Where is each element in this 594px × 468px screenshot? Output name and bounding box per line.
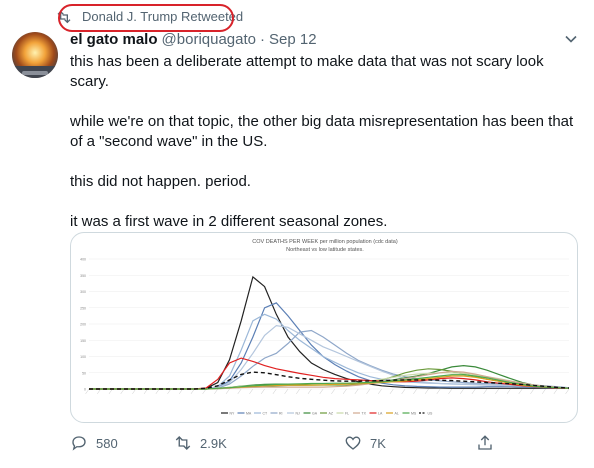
y-tick-label: 300 <box>80 290 86 294</box>
action-bar: 580 2.9K 7K <box>70 434 510 454</box>
x-tick-mark <box>167 388 172 395</box>
x-tick-mark <box>378 388 382 395</box>
display-name[interactable]: el gato malo <box>70 31 158 48</box>
x-tick-mark <box>366 388 371 395</box>
x-tick-mark <box>331 388 336 395</box>
x-tick-mark <box>354 388 359 395</box>
tweet-paragraph: it was a first wave in 2 different seaso… <box>70 213 388 230</box>
x-tick-mark <box>296 388 300 395</box>
x-tick-mark <box>553 388 558 395</box>
chart-title: COV DEATHS PER WEEK per million populati… <box>252 239 398 245</box>
x-tick-mark <box>260 388 265 395</box>
x-tick-mark <box>424 388 429 395</box>
x-tick-mark <box>85 388 90 395</box>
x-tick-mark <box>495 388 499 395</box>
x-tick-mark <box>471 388 476 395</box>
retweet-count: 2.9K <box>200 435 227 451</box>
legend-label: NJ <box>296 411 301 415</box>
y-tick-label: 50 <box>82 371 86 375</box>
legend-label: MA <box>246 411 252 415</box>
x-tick-mark <box>190 388 195 395</box>
legend-label: GA <box>312 411 318 415</box>
x-tick-mark <box>249 388 254 395</box>
y-tick-label: 250 <box>80 306 86 310</box>
tweet-paragraph: while we're on that topic, the other big… <box>70 113 574 150</box>
like-count: 7K <box>370 435 386 451</box>
user-handle[interactable]: @boriquagato <box>162 31 256 48</box>
x-tick-mark <box>342 388 347 395</box>
share-icon <box>478 435 492 450</box>
x-tick-mark <box>214 388 218 395</box>
chart-image[interactable]: COV DEATHS PER WEEK per million populati… <box>70 232 578 423</box>
y-tick-label: 400 <box>80 258 86 262</box>
separator-dot: · <box>260 31 265 48</box>
y-tick-label: 200 <box>80 323 86 327</box>
tweet-header: el gato malo @boriquagato · Sep 12 <box>70 31 317 48</box>
chart-subtitle: Northeast vs low latitude states. <box>286 247 364 253</box>
tweet-paragraph: this did not happen. period. <box>70 173 251 190</box>
tweet-paragraph: this has been a deliberate attempt to ma… <box>70 53 544 90</box>
x-tick-mark <box>202 388 207 395</box>
x-tick-mark <box>541 388 546 395</box>
x-tick-mark <box>518 388 523 395</box>
series-line-ma <box>89 302 570 390</box>
legend-label: LA <box>378 411 383 415</box>
x-tick-mark <box>319 388 324 395</box>
share-button[interactable] <box>476 434 494 452</box>
reply-icon <box>72 436 86 451</box>
legend-label: FL <box>345 411 349 415</box>
x-tick-mark <box>401 388 406 395</box>
chart-svg: COV DEATHS PER WEEK per million populati… <box>80 239 570 415</box>
heart-icon <box>345 436 361 450</box>
chevron-down-icon[interactable] <box>564 32 578 46</box>
legend-label: RI <box>279 411 283 415</box>
legend-label: NY <box>230 411 236 415</box>
y-tick-label: 100 <box>80 355 86 359</box>
avatar-caption-bar <box>22 71 48 75</box>
legend-label: AL <box>395 411 399 415</box>
x-tick-mark <box>179 388 183 395</box>
x-tick-mark <box>237 388 242 395</box>
x-tick-mark <box>132 388 137 395</box>
y-tick-label: 0 <box>84 388 86 392</box>
legend-label: CT <box>263 411 269 415</box>
x-tick-mark <box>530 388 535 395</box>
x-tick-mark <box>97 388 101 395</box>
legend-label: TX <box>362 411 367 415</box>
series-line-ny <box>89 275 569 390</box>
x-tick-mark <box>389 388 394 395</box>
x-tick-mark <box>108 388 113 395</box>
like-button[interactable]: 7K <box>344 434 386 452</box>
y-tick-label: 150 <box>80 339 86 343</box>
legend-label: US <box>428 411 434 415</box>
x-tick-mark <box>120 388 125 395</box>
legend-label: MS <box>411 411 417 415</box>
x-tick-mark <box>506 388 511 395</box>
x-tick-mark <box>565 388 570 395</box>
x-tick-mark <box>448 388 453 395</box>
avatar[interactable] <box>12 32 58 78</box>
legend-label: AZ <box>329 411 334 415</box>
x-tick-mark <box>483 388 488 395</box>
x-tick-mark <box>225 388 230 395</box>
reply-count: 580 <box>96 435 118 451</box>
x-tick-mark <box>307 388 312 395</box>
y-tick-label: 350 <box>80 274 86 278</box>
tweet-date[interactable]: Sep 12 <box>269 31 317 48</box>
tweet-text: this has been a deliberate attempt to ma… <box>70 52 582 232</box>
retweet-button[interactable]: 2.9K <box>174 434 227 452</box>
x-tick-mark <box>284 388 289 395</box>
x-tick-mark <box>436 388 441 395</box>
x-tick-mark <box>272 388 277 395</box>
red-highlight-circle <box>58 4 234 32</box>
retweet-icon <box>175 436 191 450</box>
x-tick-mark <box>459 388 464 395</box>
x-tick-mark <box>413 388 418 395</box>
reply-button[interactable]: 580 <box>70 434 118 452</box>
x-tick-mark <box>143 388 148 395</box>
x-tick-mark <box>155 388 160 395</box>
